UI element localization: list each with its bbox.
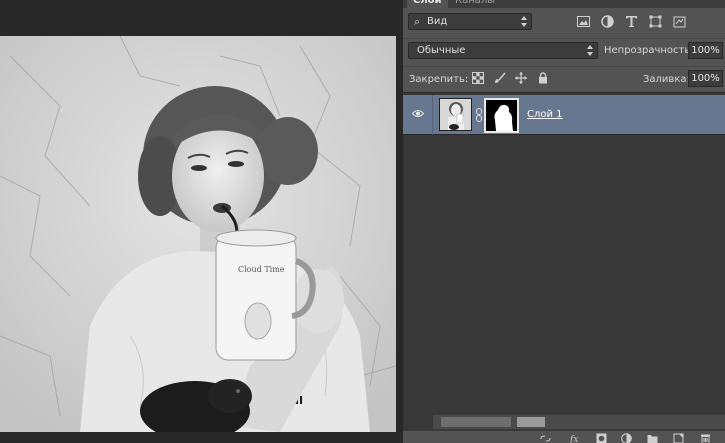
shape-filter-icon[interactable] — [649, 15, 662, 28]
type-filter-icon[interactable] — [625, 15, 638, 28]
svg-text:fx: fx — [570, 435, 578, 443]
opacity-label[interactable]: Непрозрачность: — [604, 45, 694, 56]
new-layer-icon[interactable] — [673, 433, 684, 443]
trash-icon[interactable] — [700, 433, 711, 443]
opacity-input[interactable]: 100% — [688, 42, 723, 59]
blend-mode-select[interactable]: Обычные — [408, 42, 598, 59]
svg-text:Cloud Time: Cloud Time — [238, 265, 285, 274]
search-icon: ⌕ — [414, 15, 421, 28]
photo-artwork: CRO TONI Cloud Time — [0, 36, 396, 432]
layers-panel-footer: fx — [403, 430, 725, 443]
layer-filter-select[interactable]: ⌕ Вид — [408, 13, 532, 30]
lock-label: Закрепить: — [409, 74, 469, 85]
lock-transparent-pixels-icon[interactable] — [472, 72, 484, 84]
drag-ghost-layer — [433, 415, 725, 429]
image-filter-icon[interactable] — [577, 15, 590, 28]
canvas-photo[interactable]: CRO TONI Cloud Time — [0, 36, 396, 432]
layers-list[interactable]: Слой 1 — [403, 92, 725, 430]
mask-link-icon[interactable] — [475, 108, 483, 122]
select-arrows-icon — [587, 44, 594, 57]
tab-channels[interactable]: Каналы — [449, 0, 501, 8]
fill-input[interactable]: 100% — [688, 70, 723, 87]
panel-tab-bar: Слои Каналы — [403, 0, 725, 8]
layer-filter-row: ⌕ Вид — [403, 8, 725, 36]
fx-icon[interactable]: fx — [570, 433, 581, 443]
document-canvas-area[interactable]: CRO TONI Cloud Time — [0, 0, 403, 443]
ghost-thumbnail — [441, 417, 511, 427]
layer-mask-thumbnail[interactable] — [484, 98, 519, 133]
lock-fill-row: Закрепить: Заливка: 100% — [403, 66, 725, 90]
layer-row[interactable]: Слой 1 — [403, 95, 725, 135]
layer-mask-image — [486, 100, 517, 131]
layer-thumbnail-image — [440, 99, 471, 130]
eye-icon — [412, 110, 424, 117]
layer-visibility-toggle[interactable] — [403, 95, 433, 135]
lock-all-icon[interactable] — [537, 72, 549, 84]
select-arrows-icon — [521, 15, 528, 28]
layers-panel: Слои Каналы ⌕ Вид Обычные Непрозрачность… — [403, 0, 725, 443]
lock-position-icon[interactable] — [515, 72, 527, 84]
blend-mode-value: Обычные — [417, 45, 466, 56]
new-group-icon[interactable] — [647, 433, 658, 443]
blend-opacity-row: Обычные Непрозрачность: 100% — [403, 38, 725, 62]
ghost-mask-thumbnail — [517, 417, 545, 427]
tab-layers[interactable]: Слои — [407, 0, 448, 8]
layer-thumbnail[interactable] — [439, 98, 472, 131]
adjustment-layer-icon[interactable] — [621, 433, 632, 443]
add-mask-icon[interactable] — [596, 433, 607, 443]
smart-object-filter-icon[interactable] — [673, 15, 686, 28]
filter-value: Вид — [427, 16, 448, 27]
adjustment-filter-icon[interactable] — [601, 15, 614, 28]
lock-image-pixels-icon[interactable] — [494, 72, 506, 84]
layer-name[interactable]: Слой 1 — [527, 109, 563, 120]
fill-label[interactable]: Заливка: — [643, 74, 690, 85]
link-layers-icon[interactable] — [540, 433, 551, 443]
